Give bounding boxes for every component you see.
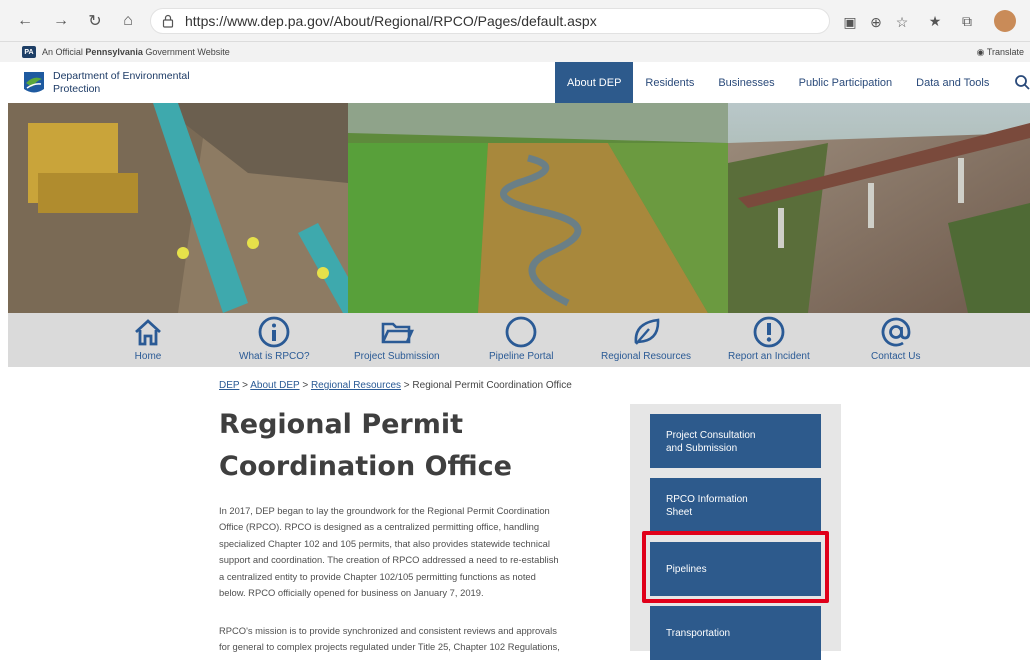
official-website-bar: PA An Official Pennsylvania Government W… xyxy=(0,42,1030,62)
back-icon[interactable]: ← xyxy=(14,10,36,32)
breadcrumb: DEP > About DEP > Regional Resources > R… xyxy=(219,380,572,391)
breadcrumb-regional-resources[interactable]: Regional Resources xyxy=(311,380,401,391)
sidebar-transportation[interactable]: Transportation xyxy=(650,606,821,660)
address-bar[interactable]: https://www.dep.pa.gov/About/Regional/RP… xyxy=(150,8,908,34)
sidebar-links: Project Consultation and Submission RPCO… xyxy=(630,404,841,660)
nav-residents[interactable]: Residents xyxy=(633,62,706,103)
favorite-star-icon[interactable]: ☆ xyxy=(893,13,911,31)
quick-link-contact-us[interactable]: Contact Us xyxy=(871,315,920,362)
breadcrumb-current: Regional Permit Coordination Office xyxy=(412,380,572,391)
breadcrumb-dep[interactable]: DEP xyxy=(219,380,239,391)
hero-banner-image xyxy=(8,103,1030,313)
alert-icon xyxy=(753,316,785,348)
translate-link[interactable]: ◉ Translate xyxy=(977,47,1024,58)
official-site-text: An Official Pennsylvania Government Webs… xyxy=(42,47,230,57)
quick-link-home[interactable]: Home xyxy=(131,315,165,362)
pipelines-highlight-box xyxy=(642,531,829,603)
main-nav: About DEP Residents Businesses Public Pa… xyxy=(555,62,1001,103)
nav-data-and-tools[interactable]: Data and Tools xyxy=(904,62,1001,103)
home-icon xyxy=(135,319,161,346)
folder-icon xyxy=(381,322,414,344)
nav-public-participation[interactable]: Public Participation xyxy=(787,62,905,103)
quick-link-report-incident[interactable]: Report an Incident xyxy=(728,315,810,362)
lock-icon xyxy=(162,14,174,28)
search-icon[interactable] xyxy=(1014,74,1030,90)
forward-icon[interactable]: → xyxy=(50,10,72,32)
site-header: Department of Environmental Protection A… xyxy=(0,62,1030,103)
quick-link-regional-resources[interactable]: Regional Resources xyxy=(601,315,691,362)
zoom-icon[interactable]: ⊕ xyxy=(867,13,885,31)
page-title: Regional Permit Coordination Office xyxy=(219,409,512,482)
intro-paragraph: In 2017, DEP began to lay the groundwork… xyxy=(219,505,559,599)
nav-businesses[interactable]: Businesses xyxy=(706,62,786,103)
home-browser-icon[interactable]: ⌂ xyxy=(117,10,139,32)
leaf-icon xyxy=(634,318,660,345)
org-name[interactable]: Department of Environmental Protection xyxy=(53,70,223,96)
refresh-icon[interactable]: ↻ xyxy=(84,10,106,32)
profile-avatar-icon[interactable] xyxy=(994,10,1016,32)
nav-about-dep[interactable]: About DEP xyxy=(555,62,634,103)
quick-link-project-submission[interactable]: Project Submission xyxy=(354,315,440,362)
sidebar-rpco-info-sheet[interactable]: RPCO Information Sheet xyxy=(650,478,821,532)
quick-links-bar: Home What is RPCO? Project Submission Pi… xyxy=(8,313,1030,367)
circle-icon xyxy=(505,316,537,348)
quick-link-what-is-rpco[interactable]: What is RPCO? xyxy=(239,315,310,362)
at-icon xyxy=(881,317,911,347)
quick-link-pipeline-portal[interactable]: Pipeline Portal xyxy=(489,315,553,362)
pa-badge-icon: PA xyxy=(22,46,36,58)
sidebar-project-consultation[interactable]: Project Consultation and Submission xyxy=(650,414,821,468)
dep-logo-icon[interactable] xyxy=(22,69,46,95)
info-icon xyxy=(258,316,290,348)
collections-icon[interactable]: ⧉ xyxy=(958,12,976,30)
reader-view-icon[interactable]: ▣ xyxy=(841,13,859,31)
url-text: https://www.dep.pa.gov/About/Regional/RP… xyxy=(185,13,597,29)
favorites-icon[interactable]: ★ xyxy=(926,12,944,30)
breadcrumb-about-dep[interactable]: About DEP xyxy=(250,380,299,391)
browser-toolbar: ← → ↻ ⌂ https://www.dep.pa.gov/About/Reg… xyxy=(0,0,1030,42)
